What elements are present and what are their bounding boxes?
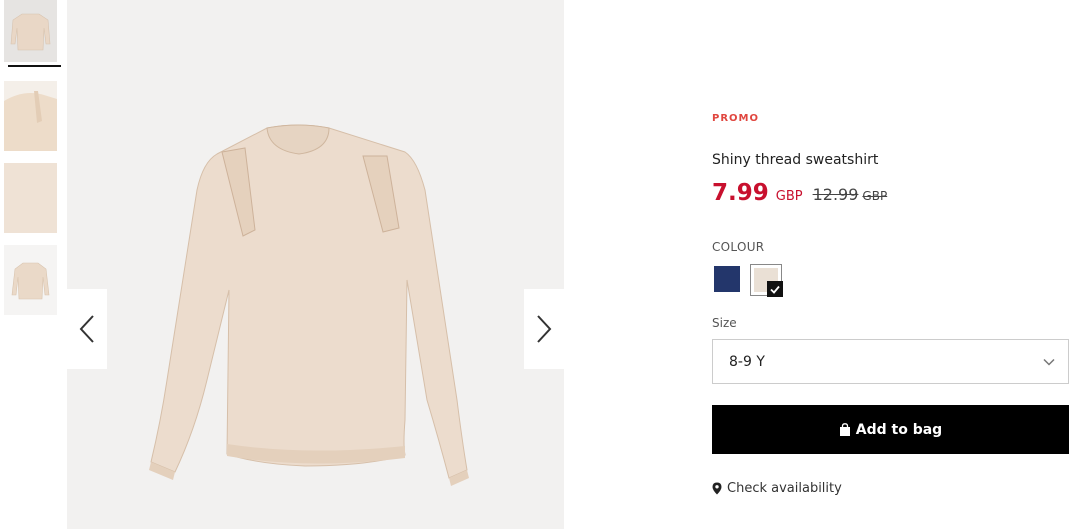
thumbnail-front-view[interactable] <box>4 0 57 62</box>
thumbnail-shoulder-detail[interactable] <box>4 81 57 151</box>
price-row: 7.99 GBP 12.99 GBP <box>712 180 887 206</box>
size-select[interactable]: 8-9 Y <box>712 339 1069 384</box>
chevron-right-icon <box>537 315 552 343</box>
promo-badge: PROMO <box>712 113 759 124</box>
colour-label: COLOUR <box>712 240 765 254</box>
check-availability-link[interactable]: Check availability <box>712 481 842 496</box>
thumbnail-selected-indicator <box>8 65 61 67</box>
original-price: 12.99 <box>812 185 859 204</box>
add-to-bag-button[interactable]: Add to bag <box>712 405 1069 454</box>
size-label: Size <box>712 316 737 330</box>
thumbnail-fabric-detail[interactable] <box>4 163 57 233</box>
colour-swatch-navy[interactable] <box>714 266 740 292</box>
product-title: Shiny thread sweatshirt <box>712 152 879 168</box>
add-to-bag-label: Add to bag <box>855 421 943 438</box>
sweatshirt-illustration <box>149 124 469 486</box>
product-info-panel: PROMO Shiny thread sweatshirt 7.99 GBP 1… <box>712 0 1069 529</box>
current-price: 7.99 <box>712 180 769 206</box>
original-price-currency: GBP <box>862 189 888 203</box>
chevron-left-icon <box>79 315 94 343</box>
size-selected-value: 8-9 Y <box>729 353 765 370</box>
chevron-down-icon <box>1043 358 1055 366</box>
colour-swatch-beige[interactable] <box>750 264 783 297</box>
next-image-button[interactable] <box>524 289 564 369</box>
current-price-currency: GBP <box>775 189 803 204</box>
product-main-image <box>67 0 564 529</box>
thumbnail-flat-view[interactable] <box>4 245 57 315</box>
check-availability-label: Check availability <box>727 481 842 496</box>
location-pin-icon <box>712 482 722 495</box>
checkmark-icon <box>767 281 783 297</box>
previous-image-button[interactable] <box>67 289 107 369</box>
shopping-bag-icon <box>839 423 851 436</box>
